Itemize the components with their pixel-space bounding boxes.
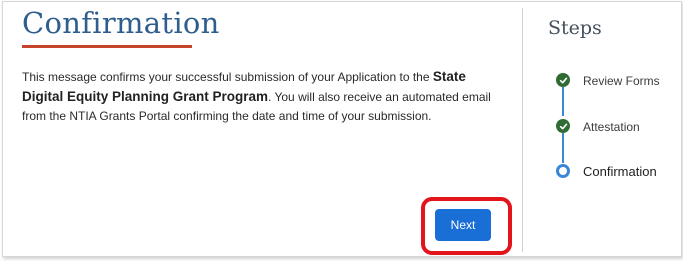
step-attestation: Attestation	[583, 120, 640, 134]
current-step-ring-icon	[556, 164, 570, 178]
check-icon	[556, 73, 570, 87]
message-text-start: This message confirms your successful su…	[22, 70, 433, 84]
step-confirmation: Confirmation	[583, 164, 657, 179]
step-review-forms: Review Forms	[583, 74, 660, 88]
check-icon	[556, 119, 570, 133]
main-panel: Confirmation This message confirms your …	[3, 2, 520, 256]
screenshot-frame: Confirmation This message confirms your …	[0, 0, 683, 262]
confirmation-message: This message confirms your successful su…	[22, 67, 510, 126]
panel-divider	[522, 8, 523, 252]
next-button[interactable]: Next	[435, 209, 491, 241]
step-connector-1	[562, 87, 564, 116]
title-underline	[22, 45, 192, 48]
step-connector-2	[562, 133, 564, 163]
confirmation-card: Confirmation This message confirms your …	[2, 1, 682, 257]
steps-heading: Steps	[548, 17, 602, 39]
page-title: Confirmation	[22, 6, 220, 40]
